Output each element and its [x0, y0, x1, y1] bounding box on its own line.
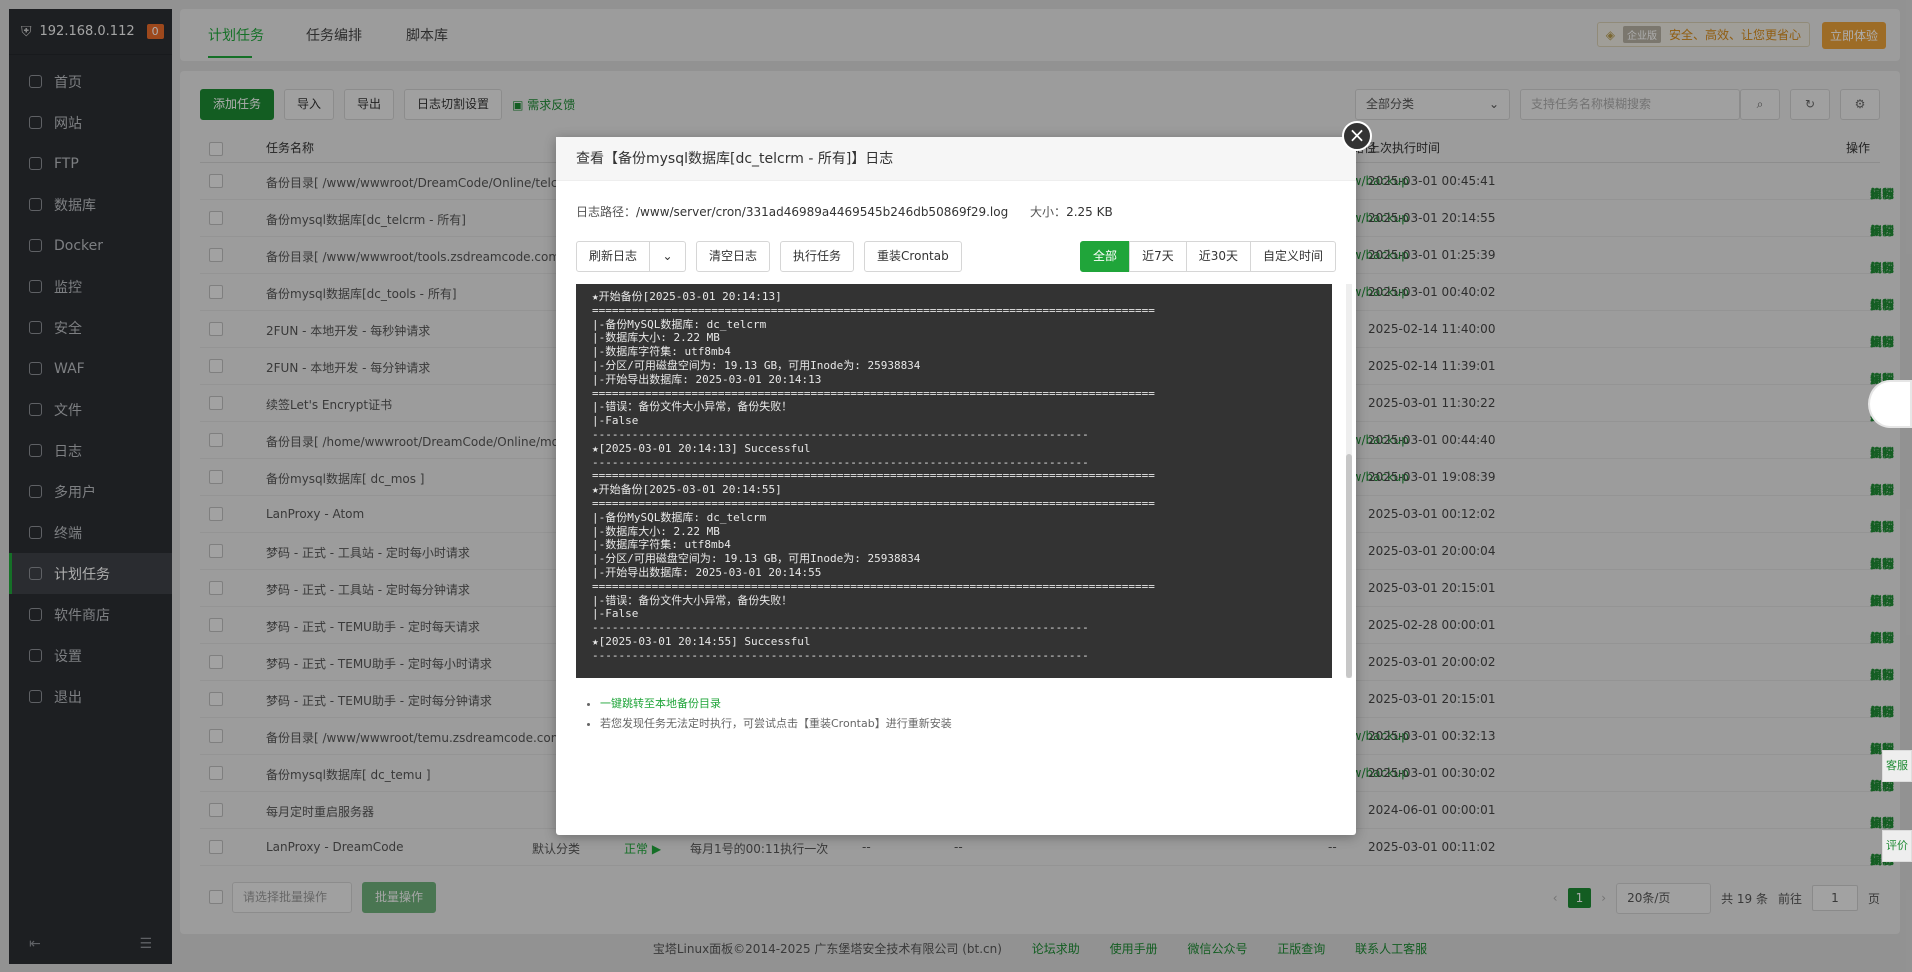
log-scrollbar[interactable]	[1346, 284, 1352, 678]
jump-backup-dir-link[interactable]: 一键跳转至本地备份目录	[600, 697, 721, 710]
dialog-tips: 一键跳转至本地备份目录 若您发现任务无法定时执行，可尝试点击【重装Crontab…	[586, 694, 952, 734]
log-dialog: 查看【备份mysql数据库[dc_telcrm - 所有]】日志 × 日志路径：…	[556, 121, 1372, 835]
review-label: 评价	[1886, 839, 1908, 852]
chevron-down-icon[interactable]: ⌄	[650, 241, 687, 272]
assistant-avatar[interactable]	[1868, 380, 1912, 428]
reinstall-crontab-button[interactable]: 重装Crontab	[864, 241, 962, 272]
run-task-button[interactable]: 执行任务	[780, 241, 855, 272]
dialog-title: 查看【备份mysql数据库[dc_telcrm - 所有]】日志	[556, 137, 1356, 181]
range-custom[interactable]: 自定义时间	[1249, 241, 1336, 272]
range-all[interactable]: 全部	[1080, 241, 1131, 272]
log-path: /www/server/cron/331ad46989a4469545b246d…	[636, 205, 1009, 219]
log-path-label: 日志路径：	[576, 205, 637, 219]
log-console[interactable]: ★开始备份[2025-03-01 20:14:13] =============…	[576, 284, 1332, 678]
refresh-log-group: 刷新日志 ⌄	[576, 241, 687, 272]
log-size-label: 大小：	[1030, 205, 1067, 219]
log-meta: 日志路径：/www/server/cron/331ad46989a4469545…	[576, 203, 1113, 220]
scroll-thumb[interactable]	[1346, 454, 1352, 678]
side-tab-support[interactable]: 客服	[1882, 750, 1912, 782]
refresh-log-button[interactable]: 刷新日志	[576, 241, 651, 272]
tip-item: 一键跳转至本地备份目录	[600, 694, 952, 714]
clear-log-button[interactable]: 清空日志	[696, 241, 771, 272]
log-size: 2.25 KB	[1066, 205, 1113, 219]
range-7d[interactable]: 近7天	[1129, 241, 1187, 272]
side-tab-review[interactable]: 评价	[1882, 830, 1912, 862]
close-icon[interactable]: ×	[1342, 121, 1372, 151]
range-30d[interactable]: 近30天	[1185, 241, 1251, 272]
dialog-toolbar: 刷新日志 ⌄ 清空日志 执行任务 重装Crontab	[576, 241, 962, 272]
tip-item: 若您发现任务无法定时执行，可尝试点击【重装Crontab】进行重新安装	[600, 714, 952, 734]
support-label: 客服	[1886, 759, 1908, 772]
time-range-filter: 全部 近7天 近30天 自定义时间	[1080, 241, 1336, 272]
